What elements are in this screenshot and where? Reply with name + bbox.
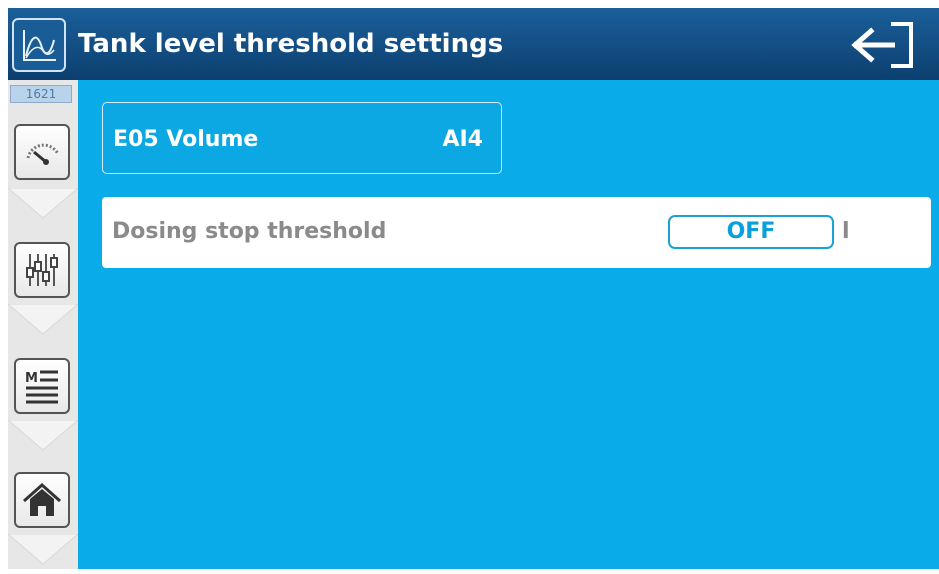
sidebar: 1621 M xyxy=(8,80,78,569)
sliders-icon[interactable] xyxy=(14,242,70,298)
chevron-down-icon xyxy=(8,534,78,565)
page-title: Tank level threshold settings xyxy=(78,29,504,59)
chevron-down-icon xyxy=(8,188,78,219)
setting-unit: l xyxy=(842,219,850,244)
channel-name: E05 Volume xyxy=(113,127,259,152)
exit-arrow-icon[interactable] xyxy=(851,19,919,71)
threshold-value-field[interactable]: OFF xyxy=(668,215,834,249)
chevron-down-icon xyxy=(8,420,78,451)
trend-curve-icon[interactable] xyxy=(12,18,66,72)
content-area: E05 Volume AI4 Dosing stop threshold OFF… xyxy=(78,80,939,569)
chevron-down-icon xyxy=(8,304,78,335)
title-bar: Tank level threshold settings xyxy=(8,8,939,80)
channel-tile[interactable]: E05 Volume AI4 xyxy=(102,102,502,174)
home-icon[interactable] xyxy=(14,472,70,528)
menu-list-icon[interactable]: M xyxy=(14,358,70,414)
counter-badge: 1621 xyxy=(10,85,72,103)
gauge-icon[interactable] xyxy=(14,124,70,180)
setting-label: Dosing stop threshold xyxy=(112,219,387,244)
svg-text:M: M xyxy=(25,371,38,386)
channel-id: AI4 xyxy=(442,127,483,152)
setting-row: Dosing stop threshold OFF l xyxy=(102,197,931,268)
